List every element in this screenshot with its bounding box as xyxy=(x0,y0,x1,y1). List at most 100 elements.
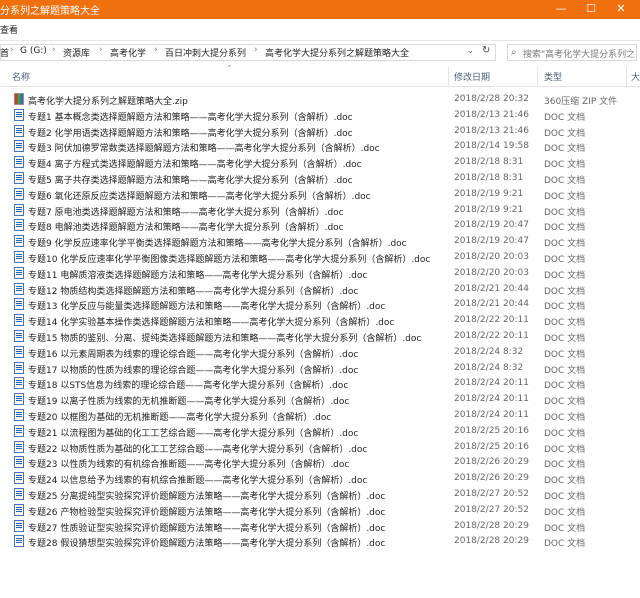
file-type: DOC 文档 xyxy=(544,539,586,550)
file-name: 专题27 性质验证型实验探究评价题解题方法策略——高考化学大提分系列（含解析）.… xyxy=(28,523,386,534)
file-date: 2018/2/19 9:21 xyxy=(454,188,524,199)
doc-icon xyxy=(14,298,24,311)
file-name: 专题19 以离子性质为线索的无机推断题——高考化学大提分系列（含解析）.doc xyxy=(28,397,350,408)
maximize-button[interactable]: ☐ xyxy=(576,1,606,17)
doc-icon xyxy=(14,456,24,469)
file-name: 专题13 化学反应与能量类选择题解题方法和策略——高考化学大提分系列（含解析）.… xyxy=(28,302,386,313)
refresh-icon[interactable]: ↻ xyxy=(482,45,490,56)
file-name: 专题9 化学反应速率化学平衡类选择题解题方法和策略——高考化学大提分系列（含解析… xyxy=(28,239,407,250)
file-type: DOC 文档 xyxy=(544,176,586,186)
doc-icon xyxy=(14,124,24,137)
breadcrumb-item[interactable]: G (G:) xyxy=(20,46,47,56)
doc-icon xyxy=(14,172,24,184)
file-name: 高考化学大提分系列之解题策略大全.zip xyxy=(28,97,188,107)
file-type: DOC 文档 xyxy=(544,428,586,439)
file-type: DOC 文档 xyxy=(544,381,586,392)
file-type: DOC 文档 xyxy=(544,270,586,281)
column-divider[interactable] xyxy=(448,66,449,86)
column-size[interactable]: 大 xyxy=(631,70,640,83)
file-date: 2018/2/26 20:29 xyxy=(454,473,529,484)
search-box[interactable]: ⌕ 搜索"高考化学大提分系列之... xyxy=(507,44,637,61)
file-row[interactable]: 专题23 以性质为线索的有机综合推断题——高考化学大提分系列（含解析）.doc 2… xyxy=(0,455,640,470)
file-row[interactable]: 专题5 离子共存类选择题解题方法和策略——高考化学大提分系列（含解析）.doc 2… xyxy=(0,171,640,186)
file-row[interactable]: 专题6 氧化还原反应类选择题解题方法和策略——高考化学大提分系列（含解析）.do… xyxy=(0,187,640,202)
file-date: 2018/2/22 20:11 xyxy=(454,331,529,341)
breadcrumb-item[interactable]: 首 xyxy=(0,46,9,59)
file-row[interactable]: 专题8 电解池类选择题解题方法和策略——高考化学大提分系列（含解析）.doc 20… xyxy=(0,218,640,233)
column-divider[interactable] xyxy=(537,66,538,86)
file-type: DOC 文档 xyxy=(544,492,586,502)
file-name: 专题25 分离提纯型实验探究评价题解题方法策略——高考化学大提分系列（含解析）.… xyxy=(28,492,386,502)
file-row[interactable]: 专题27 性质验证型实验探究评价题解题方法策略——高考化学大提分系列（含解析）.… xyxy=(0,519,640,534)
file-row[interactable]: 专题20 以框图为基础的无机推断题——高考化学大提分系列（含解析）.doc 201… xyxy=(0,408,640,423)
file-date: 2018/2/20 20:03 xyxy=(454,252,529,262)
column-type[interactable]: 类型 xyxy=(544,70,562,83)
file-type: DOC 文档 xyxy=(544,318,586,329)
file-date: 2018/2/24 8:32 xyxy=(454,346,524,357)
breadcrumb-item[interactable]: 高考化学 xyxy=(110,46,146,59)
doc-icon xyxy=(14,235,24,248)
file-name: 专题6 氧化还原反应类选择题解题方法和策略——高考化学大提分系列（含解析）.do… xyxy=(28,191,371,202)
file-type: 360压缩 ZIP 文件 xyxy=(544,97,618,107)
ribbon: 查看 xyxy=(0,19,640,41)
zip-icon xyxy=(14,93,24,105)
file-type: DOC 文档 xyxy=(544,476,586,487)
file-name: 专题15 物质的鉴别、分离、提纯类选择题解题方法和策略——高考化学大提分系列（含… xyxy=(28,334,422,344)
file-row[interactable]: 专题16 以元素周期表为线索的理论综合题——高考化学大提分系列（含解析）.doc… xyxy=(0,345,640,360)
file-type: DOC 文档 xyxy=(544,444,586,455)
doc-icon xyxy=(14,219,24,232)
doc-icon xyxy=(14,187,24,200)
breadcrumb-item[interactable]: 资源库 xyxy=(63,46,90,59)
close-button[interactable]: ✕ xyxy=(606,1,636,17)
search-icon: ⌕ xyxy=(511,47,517,58)
file-row[interactable]: 专题10 化学反应速率化学平衡图像类选择题解题方法和策略——高考化学大提分系列（… xyxy=(0,250,640,265)
file-row[interactable]: 专题22 以物质性质为基础的化工工艺综合题——高考化学大提分系列（含解析）.do… xyxy=(0,440,640,455)
file-row[interactable]: 专题18 以STS信息为线索的理论综合题——高考化学大提分系列（含解析）.doc… xyxy=(0,376,640,391)
file-row[interactable]: 高考化学大提分系列之解题策略大全.zip 2018/2/28 20:32 360压缩… xyxy=(0,92,640,107)
file-date: 2018/2/13 21:46 xyxy=(454,125,529,136)
file-row[interactable]: 专题19 以离子性质为线索的无机推断题——高考化学大提分系列（含解析）.doc 2… xyxy=(0,392,640,407)
file-row[interactable]: 专题12 物质结构类选择题解题方法和策略——高考化学大提分系列（含解析）.doc… xyxy=(0,282,640,297)
file-row[interactable]: 专题25 分离提纯型实验探究评价题解题方法策略——高考化学大提分系列（含解析）.… xyxy=(0,487,640,502)
file-row[interactable]: 专题28 假设猜想型实验探究评价题解题方法策略——高考化学大提分系列（含解析）.… xyxy=(0,534,640,549)
file-row[interactable]: 专题4 离子方程式类选择题解题方法和策略——高考化学大提分系列（含解析）.doc… xyxy=(0,155,640,170)
doc-icon xyxy=(14,377,24,390)
file-date: 2018/2/19 20:47 xyxy=(454,236,529,247)
column-date[interactable]: 修改日期 xyxy=(454,70,490,83)
doc-icon xyxy=(14,266,24,279)
file-row[interactable]: 专题2 化学用语类选择题解题方法和策略——高考化学大提分系列（含解析）.doc 2… xyxy=(0,124,640,139)
column-divider[interactable] xyxy=(626,66,627,86)
file-name: 专题22 以物质性质为基础的化工工艺综合题——高考化学大提分系列（含解析）.do… xyxy=(28,444,368,455)
doc-icon xyxy=(14,251,24,263)
breadcrumb-item[interactable]: 百日冲刺大提分系列 xyxy=(165,46,246,59)
search-placeholder: 搜索"高考化学大提分系列之... xyxy=(523,50,636,60)
sort-up-icon: ⌃ xyxy=(226,64,233,73)
column-header: ⌃ 名称 修改日期 类型 大 xyxy=(0,64,640,87)
file-row[interactable]: 专题3 阿伏加德罗常数类选择题解题方法和策略——高考化学大提分系列（含解析）.d… xyxy=(0,139,640,154)
breadcrumb-item[interactable]: 高考化学大提分系列之解题策略大全 xyxy=(265,46,409,59)
file-row[interactable]: 专题13 化学反应与能量类选择题解题方法和策略——高考化学大提分系列（含解析）.… xyxy=(0,297,640,312)
file-row[interactable]: 专题24 以信息给予为线索的有机综合推断题——高考化学大提分系列（含解析）.do… xyxy=(0,471,640,486)
doc-icon xyxy=(14,282,24,295)
doc-icon xyxy=(14,361,24,374)
file-row[interactable]: 专题26 产物检验型实验探究评价题解题方法策略——高考化学大提分系列（含解析）.… xyxy=(0,503,640,518)
file-name: 专题21 以流程图为基础的化工工艺综合题——高考化学大提分系列（含解析）.doc xyxy=(28,428,359,439)
file-row[interactable]: 专题14 化学实验基本操作类选择题解题方法和策略——高考化学大提分系列（含解析）… xyxy=(0,313,640,328)
file-type: DOC 文档 xyxy=(544,507,586,518)
tab-view[interactable]: 查看 xyxy=(0,23,18,36)
address-row: 首 › G (G:) › 资源库 › 高考化学 › 百日冲刺大提分系列 › 高考… xyxy=(0,43,640,63)
file-row[interactable]: 专题7 原电池类选择题解题方法和策略——高考化学大提分系列（含解析）.doc 20… xyxy=(0,203,640,218)
file-date: 2018/2/19 9:21 xyxy=(454,204,524,215)
doc-icon xyxy=(14,156,24,169)
breadcrumb-separator-icon: › xyxy=(10,45,14,55)
file-row[interactable]: 专题9 化学反应速率化学平衡类选择题解题方法和策略——高考化学大提分系列（含解析… xyxy=(0,234,640,249)
file-row[interactable]: 专题1 基本概念类选择题解题方法和策略——高考化学大提分系列（含解析）.doc 2… xyxy=(0,108,640,123)
minimize-button[interactable]: — xyxy=(546,1,576,17)
file-row[interactable]: 专题21 以流程图为基础的化工工艺综合题——高考化学大提分系列（含解析）.doc… xyxy=(0,424,640,439)
column-name[interactable]: 名称 xyxy=(12,70,30,83)
file-row[interactable]: 专题11 电解质溶液类选择题解题方法和策略——高考化学大提分系列（含解析）.do… xyxy=(0,266,640,281)
chevron-down-icon[interactable]: ⌄ xyxy=(467,46,474,55)
breadcrumb-separator-icon: › xyxy=(154,45,158,55)
file-row[interactable]: 专题17 以物质的性质为线索的理论综合题——高考化学大提分系列（含解析）.doc… xyxy=(0,361,640,376)
file-row[interactable]: 专题15 物质的鉴别、分离、提纯类选择题解题方法和策略——高考化学大提分系列（含… xyxy=(0,329,640,344)
